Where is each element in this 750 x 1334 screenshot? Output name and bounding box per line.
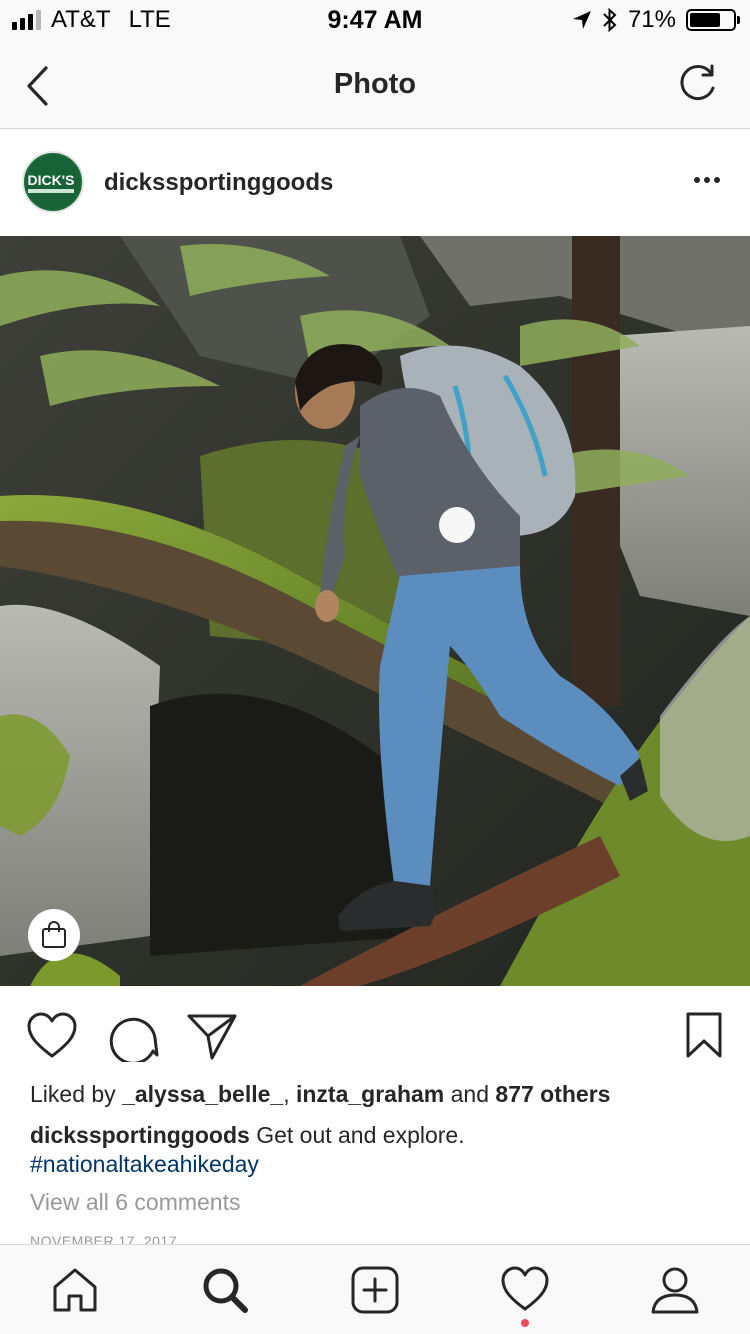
tab-bar bbox=[0, 1244, 750, 1334]
liker-username[interactable]: _alyssa_belle_ bbox=[122, 1081, 283, 1107]
activity-heart-icon[interactable] bbox=[500, 1265, 550, 1315]
shopping-bag-icon[interactable] bbox=[28, 909, 80, 961]
location-arrow-icon bbox=[572, 11, 591, 29]
new-post-icon[interactable] bbox=[350, 1265, 400, 1315]
bluetooth-icon bbox=[603, 8, 617, 32]
search-icon[interactable] bbox=[200, 1265, 250, 1315]
comment-icon[interactable] bbox=[108, 1010, 160, 1062]
likes-summary: Liked by _alyssa_belle_, inzta_graham an… bbox=[30, 1081, 610, 1108]
status-right: 71% bbox=[572, 6, 740, 34]
page-title: Photo bbox=[333, 68, 417, 100]
likes-others-link[interactable]: 877 others bbox=[495, 1081, 610, 1107]
caption-hashtag[interactable]: #nationaltakeahikeday bbox=[30, 1150, 720, 1179]
likes-separator: , bbox=[283, 1081, 290, 1107]
hiker-photo-illustration bbox=[0, 236, 750, 986]
caption-text: Get out and explore. bbox=[256, 1122, 465, 1148]
refresh-icon[interactable] bbox=[676, 62, 720, 106]
caption-username[interactable]: dickssportinggoods bbox=[30, 1122, 250, 1148]
photo-detail-screen: AT&T LTE 9:47 AM 71% Photo DICK'S dickss… bbox=[0, 0, 750, 1334]
battery-level bbox=[690, 13, 720, 27]
post-photo[interactable] bbox=[0, 236, 750, 986]
home-icon[interactable] bbox=[50, 1265, 100, 1315]
post-caption: dickssportinggoods Get out and explore. … bbox=[30, 1121, 720, 1179]
battery-icon bbox=[686, 9, 740, 31]
like-heart-icon[interactable] bbox=[26, 1010, 78, 1062]
likes-prefix: Liked by bbox=[30, 1081, 116, 1107]
notification-dot bbox=[521, 1319, 529, 1327]
navigation-bar: Photo bbox=[0, 40, 750, 129]
post-actions bbox=[0, 986, 750, 1082]
battery-percent: 71% bbox=[627, 6, 676, 33]
photo-tag-dot[interactable] bbox=[439, 507, 475, 543]
profile-icon[interactable] bbox=[650, 1265, 700, 1315]
view-comments-link[interactable]: View all 6 comments bbox=[30, 1189, 241, 1216]
save-bookmark-icon[interactable] bbox=[678, 1010, 730, 1062]
liker-username[interactable]: inzta_graham bbox=[296, 1081, 444, 1107]
post-username[interactable]: dickssportinggoods bbox=[104, 169, 333, 197]
more-options-icon[interactable] bbox=[694, 177, 720, 183]
avatar-logo-text: DICK'S bbox=[27, 172, 75, 188]
post-header: DICK'S dickssportinggoods bbox=[0, 129, 750, 236]
avatar[interactable]: DICK'S bbox=[22, 151, 84, 213]
share-send-icon[interactable] bbox=[186, 1010, 238, 1062]
likes-conjunction: and bbox=[450, 1081, 490, 1107]
status-bar: AT&T LTE 9:47 AM 71% bbox=[0, 0, 750, 40]
avatar-logo-stripe bbox=[28, 189, 74, 193]
